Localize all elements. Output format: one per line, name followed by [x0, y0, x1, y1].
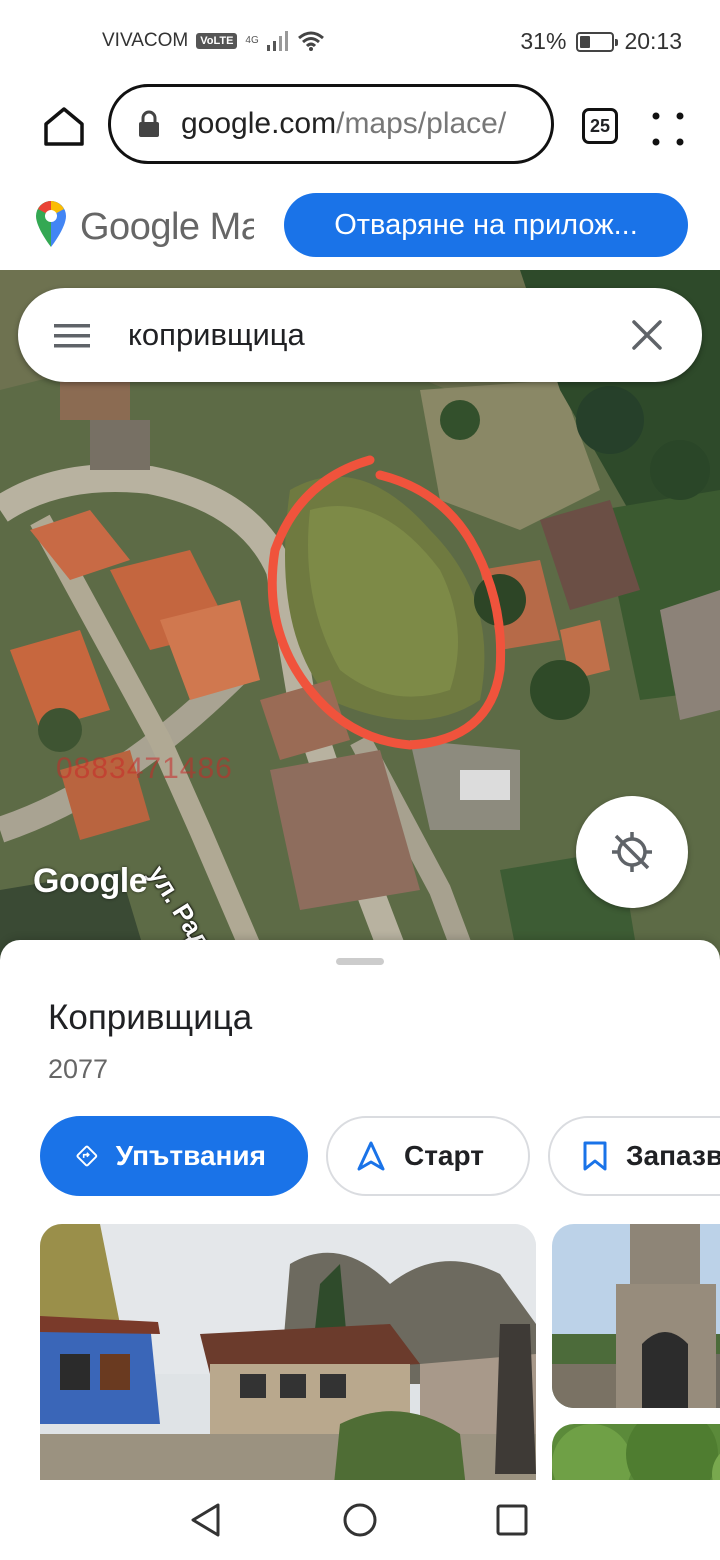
url-path: /maps/place/ — [336, 107, 507, 140]
url-text: google.com/maps/place/ — [181, 107, 506, 141]
status-left: VIVACOM VoLTE 4G — [102, 30, 325, 52]
home-circle-icon[interactable] — [342, 1502, 378, 1538]
browser-toolbar: google.com/maps/place/ 25 — [0, 84, 720, 168]
hamburger-menu-icon[interactable] — [54, 324, 90, 348]
location-disabled-icon — [612, 832, 652, 872]
google-watermark: Google — [33, 862, 148, 900]
url-domain: google.com — [181, 107, 337, 140]
open-app-button[interactable]: Отваряне на прилож... — [284, 193, 688, 257]
photo-gallery[interactable] — [40, 1224, 720, 1480]
directions-icon — [76, 1145, 98, 1167]
maps-header: Google Maps Отваряне на прилож... — [0, 168, 720, 270]
home-icon[interactable] — [42, 104, 86, 148]
place-photo-tower[interactable] — [552, 1224, 720, 1408]
back-icon[interactable] — [188, 1502, 224, 1538]
directions-label: Упътвания — [115, 1140, 266, 1171]
place-photo-garden[interactable] — [552, 1424, 720, 1480]
status-right: 31% 20:13 — [520, 28, 682, 55]
wifi-icon — [297, 31, 324, 51]
network-type: 4G — [245, 35, 259, 46]
village-houses-photo — [40, 1224, 536, 1480]
system-nav-bar — [0, 1480, 720, 1560]
sheet-drag-handle[interactable] — [336, 958, 384, 965]
tab-switcher-button[interactable]: 25 — [582, 108, 618, 144]
carrier-name: VIVACOM — [102, 30, 189, 51]
start-button[interactable]: Старт — [326, 1116, 530, 1196]
save-button[interactable]: Запазв — [548, 1116, 720, 1196]
action-chips: Упътвания Старт Запазв — [40, 1116, 720, 1196]
clock: 20:13 — [624, 28, 682, 54]
my-location-button[interactable] — [576, 796, 688, 908]
battery-percent: 31% — [520, 28, 567, 54]
signal-icon — [266, 31, 288, 51]
lock-icon — [139, 110, 159, 137]
place-bottom-sheet[interactable]: Копривщица 2077 Упътвания Старт Запазв — [0, 940, 720, 1480]
battery-icon — [576, 31, 619, 52]
status-bar: VIVACOM VoLTE 4G 31% 20:13 — [0, 0, 720, 84]
garden-photo — [552, 1424, 720, 1480]
navigation-arrow-icon — [357, 1141, 385, 1171]
google-maps-pin-icon — [36, 201, 66, 247]
clock-tower-photo — [552, 1224, 720, 1408]
more-menu-icon[interactable] — [648, 106, 688, 150]
battery-fill — [580, 35, 590, 48]
start-label: Старт — [404, 1140, 484, 1171]
save-label: Запазв — [626, 1140, 720, 1171]
volte-badge: VoLTE — [196, 33, 238, 49]
maps-wordmark: Google Maps — [80, 206, 254, 248]
url-bar[interactable]: google.com/maps/place/ — [108, 84, 554, 164]
recent-apps-icon[interactable] — [496, 1504, 528, 1536]
phone-watermark: 0883471486 — [56, 752, 233, 785]
search-bar[interactable]: копривщица — [18, 288, 702, 382]
search-query[interactable]: копривщица — [128, 317, 305, 353]
clear-search-icon[interactable] — [630, 318, 664, 352]
place-postal-code: 2077 — [48, 1054, 109, 1084]
directions-button[interactable]: Упътвания — [40, 1116, 308, 1196]
place-title: Копривщица — [48, 998, 253, 1037]
place-photo-main[interactable] — [40, 1224, 536, 1480]
bookmark-icon — [583, 1141, 607, 1171]
